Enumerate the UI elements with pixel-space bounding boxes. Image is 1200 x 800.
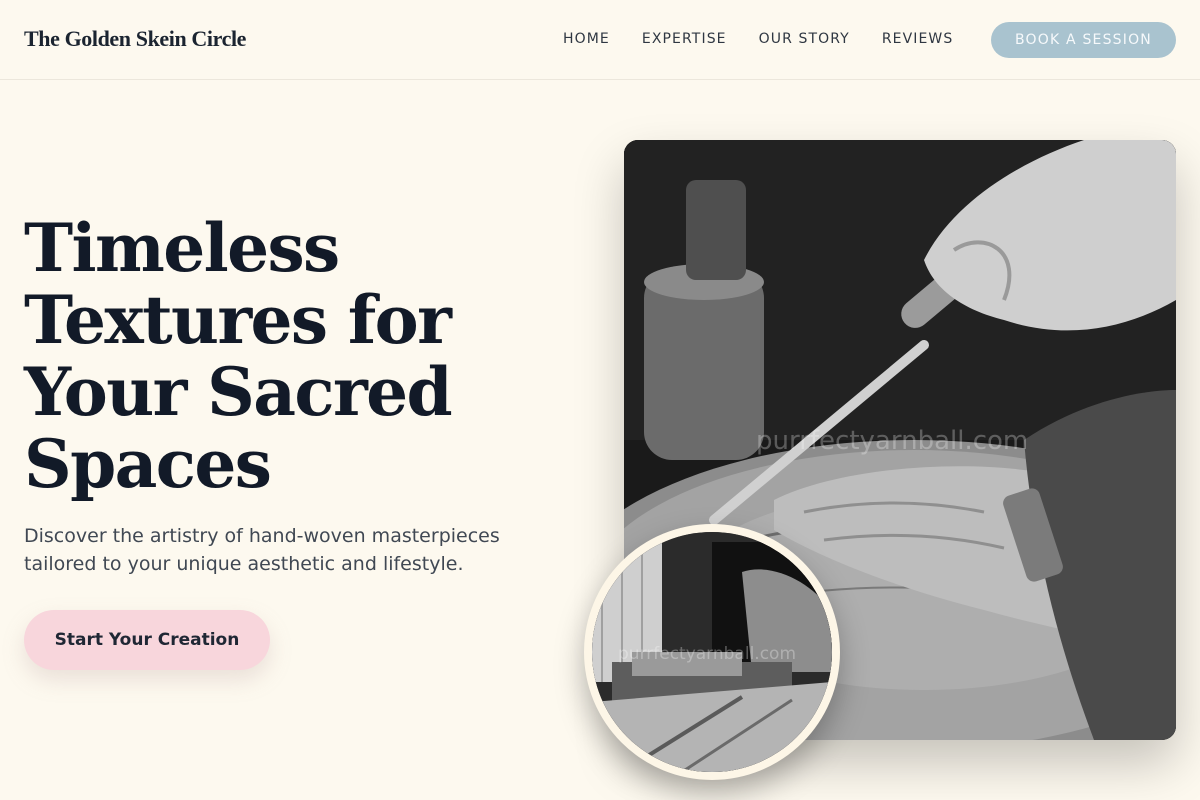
brand-logo[interactable]: The Golden Skein Circle: [24, 26, 246, 52]
hero-subtitle: Discover the artistry of hand-woven mast…: [24, 525, 500, 575]
inset-photo-frame: purrfectyarnball.com: [592, 532, 832, 772]
main-nav: HOME EXPERTISE OUR STORY REVIEWS: [563, 31, 953, 47]
book-session-button[interactable]: BOOK A SESSION: [991, 22, 1176, 58]
nav-link-our-story[interactable]: OUR STORY: [759, 31, 850, 47]
nav-link-reviews[interactable]: REVIEWS: [882, 31, 954, 47]
hero-title: Timeless Textures for Your Sacred Spaces: [24, 209, 453, 503]
main-photo-watermark: purrfectyarnball.com: [756, 426, 1029, 456]
hero-inset-photo: purrfectyarnball.com: [584, 524, 840, 780]
start-creation-button[interactable]: Start Your Creation: [24, 610, 270, 670]
inset-photo-watermark: purrfectyarnball.com: [618, 644, 797, 664]
nav-link-expertise[interactable]: EXPERTISE: [642, 31, 727, 47]
site-header: The Golden Skein Circle HOME EXPERTISE O…: [0, 0, 1200, 80]
nav-link-home[interactable]: HOME: [563, 31, 610, 47]
